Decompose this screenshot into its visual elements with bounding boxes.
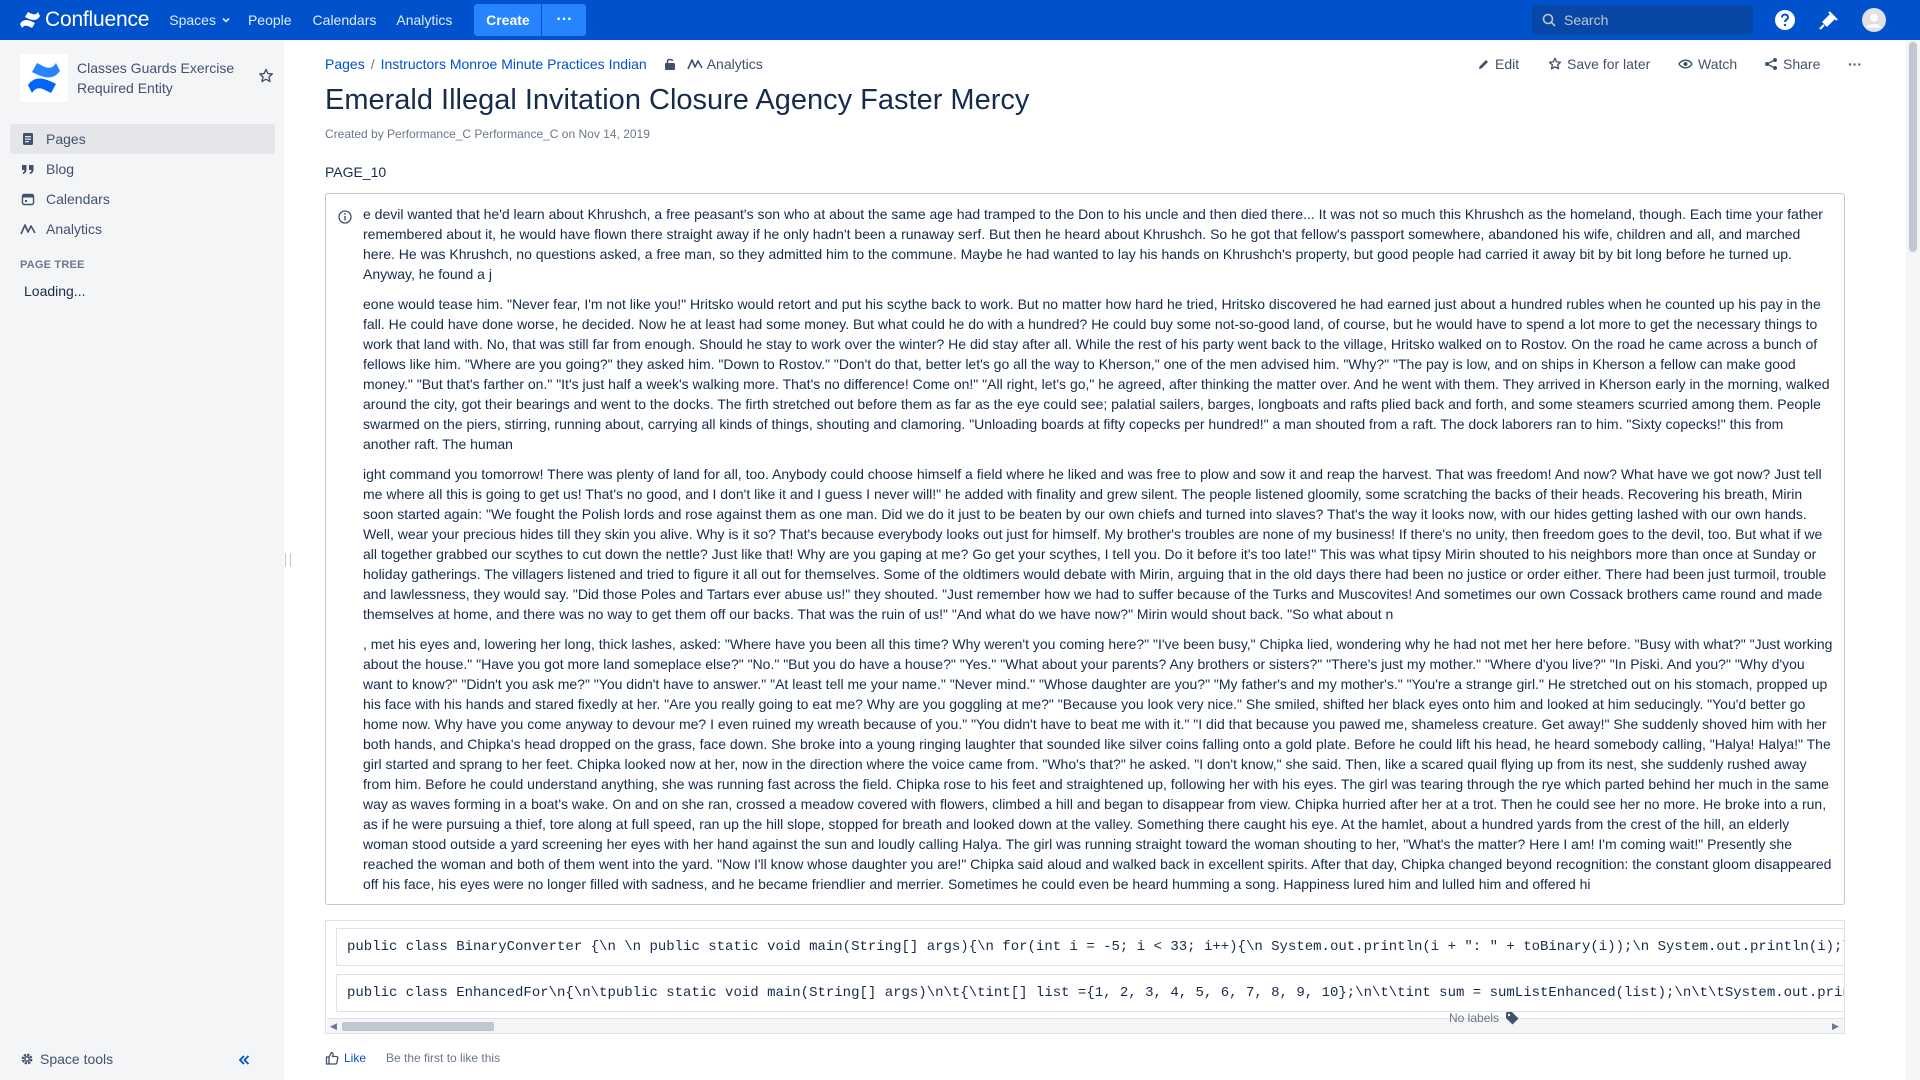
info-paragraph: ight command you tomorrow! There was ple… <box>363 466 1827 622</box>
page-title: Emerald Illegal Invitation Closure Agenc… <box>325 84 1030 116</box>
page-body-label: PAGE_10 <box>325 164 387 180</box>
page-tree-heading: PAGE TREE <box>20 259 85 271</box>
code-block: public class BinaryConverter {\n \n publ… <box>336 928 1844 966</box>
breadcrumb: Pages / Instructors Monroe Minute Practi… <box>325 56 763 72</box>
sidebar-nav: Pages Blog Calendars Analytics <box>10 124 275 244</box>
sidebar-item-blog[interactable]: Blog <box>10 154 275 184</box>
nav-spaces[interactable]: Spaces <box>169 0 231 40</box>
create-more-button[interactable]: ··· <box>542 4 587 36</box>
breadcrumb-pages[interactable]: Pages <box>325 56 365 72</box>
search-icon <box>1542 13 1556 27</box>
like-label: Like <box>344 1051 367 1065</box>
space-logo-icon <box>28 63 60 93</box>
star-icon <box>1548 57 1562 71</box>
like-status-text: Be the first to like this <box>386 1051 501 1065</box>
thumbs-up-icon <box>325 1051 339 1065</box>
sidebar-item-analytics[interactable]: Analytics <box>10 214 275 244</box>
sidebar-item-label: Analytics <box>46 221 103 237</box>
sidebar-item-calendars[interactable]: Calendars <box>10 184 275 214</box>
space-header: Classes Guards Exercise Required Entity <box>20 54 247 102</box>
blog-quote-icon <box>20 161 36 177</box>
info-paragraph: eone would tease him. "Never fear, I'm n… <box>363 296 1830 452</box>
star-icon[interactable] <box>258 68 274 87</box>
collapse-sidebar-icon[interactable] <box>237 1053 251 1070</box>
notifications-icon[interactable] <box>1817 8 1841 32</box>
help-icon[interactable] <box>1773 8 1797 32</box>
analytics-icon <box>686 59 703 70</box>
space-tools-button[interactable]: Space tools <box>20 1051 113 1067</box>
tag-icon <box>1505 1011 1519 1025</box>
scroll-left-arrow-icon[interactable]: ◀ <box>330 1021 337 1032</box>
edit-label: Edit <box>1495 56 1520 72</box>
eye-icon <box>1678 58 1693 70</box>
page-tree-loading: Loading... <box>24 283 86 299</box>
info-icon <box>338 209 352 229</box>
pages-icon <box>20 131 36 147</box>
save-for-later-button[interactable]: Save for later <box>1548 56 1650 72</box>
watch-label: Watch <box>1698 56 1738 72</box>
watch-button[interactable]: Watch <box>1678 56 1737 72</box>
save-for-later-label: Save for later <box>1567 56 1651 72</box>
sidebar-item-label: Blog <box>46 161 75 177</box>
like-button[interactable]: Like <box>325 1051 366 1065</box>
search-box[interactable] <box>1532 5 1753 35</box>
labels-text: No labels <box>1449 1011 1500 1025</box>
breadcrumb-parent-page[interactable]: Instructors Monroe Minute Practices Indi… <box>381 56 647 72</box>
info-paragraph: , met his eyes and, lowering her long, t… <box>363 636 1833 892</box>
sidebar-resize-handle[interactable] <box>285 553 291 567</box>
nav-calendars[interactable]: Calendars <box>313 0 377 40</box>
space-tools-label: Space tools <box>40 1051 114 1067</box>
page-restrictions-icon[interactable] <box>663 57 677 71</box>
vertical-scroll-thumb[interactable] <box>1909 42 1917 252</box>
author-link[interactable]: Performance_C Performance_C <box>387 127 558 141</box>
chevron-down-icon <box>221 15 231 25</box>
vertical-scrollbar[interactable] <box>1906 40 1920 1080</box>
share-button[interactable]: Share <box>1764 56 1820 72</box>
brand-name: Confluence <box>45 8 150 31</box>
breadcrumb-analytics[interactable]: Analytics <box>686 56 763 72</box>
analytics-icon <box>20 221 36 237</box>
confluence-logo[interactable]: Confluence <box>19 8 149 32</box>
space-logo[interactable] <box>20 54 68 102</box>
create-button[interactable]: Create <box>474 4 542 36</box>
top-navigation-bar: Confluence Spaces People Calendars Analy… <box>0 0 1920 40</box>
code-block: public class EnhancedFor\n{\n\tpublic st… <box>336 974 1844 1012</box>
info-panel: e devil wanted that he'd learn about Khr… <box>325 193 1845 905</box>
sidebar: Classes Guards Exercise Required Entity … <box>0 40 284 1080</box>
nav-spaces-label: Spaces <box>169 12 216 28</box>
horizontal-scroll-thumb[interactable] <box>342 1022 494 1031</box>
like-section: Like Be the first to like this <box>325 1051 500 1065</box>
confluence-logo-icon <box>20 12 40 28</box>
edit-button[interactable]: Edit <box>1477 56 1519 72</box>
nav-analytics[interactable]: Analytics <box>396 0 452 40</box>
share-icon <box>1764 57 1778 71</box>
breadcrumb-separator: / <box>370 56 375 72</box>
info-paragraph: e devil wanted that he'd learn about Khr… <box>363 206 1823 282</box>
page-date-link[interactable]: Nov 14, 2019 <box>579 127 650 141</box>
labels-section[interactable]: No labels <box>1449 1011 1519 1025</box>
share-label: Share <box>1783 56 1821 72</box>
more-actions-button[interactable]: ··· <box>1848 56 1862 72</box>
scroll-right-arrow-icon[interactable]: ▶ <box>1832 1021 1839 1032</box>
calendar-icon <box>20 191 36 207</box>
byline-prefix: Created by <box>325 127 384 141</box>
breadcrumb-analytics-label: Analytics <box>706 56 763 72</box>
sidebar-item-label: Pages <box>46 131 86 147</box>
nav-people[interactable]: People <box>248 0 292 40</box>
space-name[interactable]: Classes Guards Exercise Required Entity <box>77 58 247 98</box>
pencil-icon <box>1477 58 1490 71</box>
sidebar-item-label: Calendars <box>46 191 110 207</box>
search-input[interactable] <box>1564 12 1744 28</box>
byline-on: on <box>561 127 576 141</box>
code-area: public class BinaryConverter {\n \n publ… <box>325 920 1845 1034</box>
user-avatar-icon[interactable] <box>1862 8 1886 32</box>
gear-icon <box>21 1053 33 1065</box>
page-byline: Created by Performance_C Performance_C o… <box>325 127 650 141</box>
sidebar-item-pages[interactable]: Pages <box>10 124 275 154</box>
horizontal-scrollbar[interactable]: ◀ ▶ <box>327 1018 1844 1033</box>
